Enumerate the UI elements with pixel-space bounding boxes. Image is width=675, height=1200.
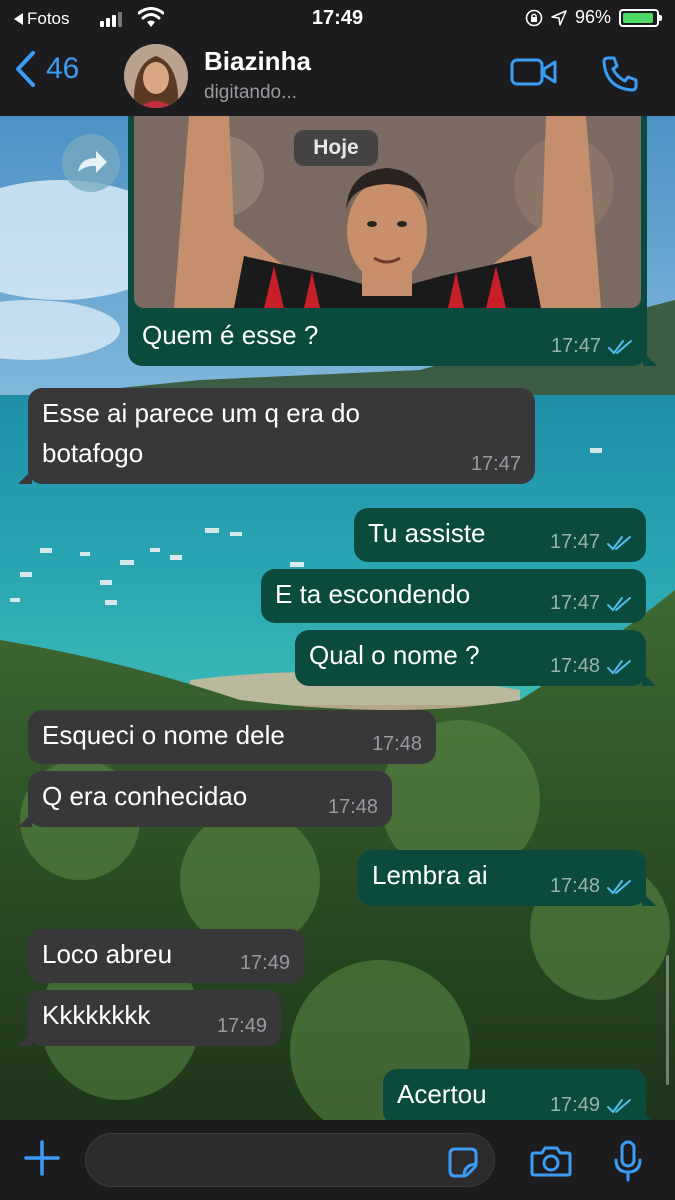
double-check-icon: [607, 535, 631, 551]
message-time: 17:49: [239, 952, 290, 974]
message-meta: 17:47: [550, 531, 632, 554]
message-time: 17:47: [549, 531, 600, 553]
chevron-left-icon: [16, 51, 35, 87]
date-separator: Hoje: [294, 130, 378, 166]
sticker-icon[interactable]: [446, 1146, 480, 1180]
avatar-photo: [124, 44, 188, 108]
message-text-line2: botafogo: [42, 438, 144, 468]
message-image-photo[interactable]: [134, 116, 641, 308]
plus-icon[interactable]: [22, 1138, 62, 1178]
message-text: Kkkkkkkk: [42, 1000, 151, 1030]
message-text: Q era conhecidao: [42, 781, 248, 811]
message-text: Acertou: [397, 1079, 487, 1109]
message-meta: 17:49: [240, 952, 290, 975]
orientation-lock-icon: [525, 9, 543, 26]
double-check-icon: [607, 879, 631, 895]
message-meta: 17:47: [550, 592, 632, 615]
message-input[interactable]: [85, 1133, 495, 1187]
message-input-bar: [0, 1120, 675, 1200]
message-time: 17:48: [371, 733, 422, 755]
message-bubble-outgoing[interactable]: Quem é esse ? 17:47: [128, 116, 657, 366]
status-bar: Fotos 17:49 96%: [0, 0, 675, 38]
message-time: 17:48: [549, 655, 600, 677]
message-time: 17:49: [216, 1015, 267, 1037]
message-time: 17:48: [549, 875, 600, 897]
back-button[interactable]: 46: [14, 50, 79, 88]
bubble-tail: [18, 813, 32, 827]
message-text: Qual o nome ?: [309, 640, 480, 670]
message-meta: 17:49: [550, 1094, 632, 1117]
camera-icon[interactable]: [530, 1144, 572, 1178]
message-bubble-outgoing[interactable]: Qual o nome ? 17:48: [295, 630, 656, 686]
message-bubble-outgoing[interactable]: Lembra ai 17:48: [358, 850, 656, 906]
unread-count: 46: [46, 52, 80, 85]
message-time: 17:47: [549, 592, 600, 614]
message-text: Lembra ai: [372, 860, 488, 890]
message-time: 17:47: [470, 453, 521, 475]
message-text: E ta escondendo: [275, 579, 471, 609]
message-meta: 17:48: [372, 733, 422, 756]
message-bubble-outgoing[interactable]: Acertou 17:49: [383, 1069, 656, 1125]
message-time: 17:49: [549, 1094, 600, 1116]
message-meta: 17:48: [550, 655, 632, 678]
message-meta: 17:48: [328, 796, 378, 819]
double-check-icon: [607, 1098, 631, 1114]
bubble-tail: [18, 470, 32, 484]
contact-avatar[interactable]: [124, 44, 188, 108]
message-time: 17:48: [327, 796, 378, 818]
typing-status: digitando...: [204, 82, 297, 103]
message-bubble-outgoing[interactable]: Tu assiste 17:47: [354, 508, 646, 562]
bubble-tail: [642, 892, 656, 906]
double-check-icon: [608, 339, 632, 355]
message-bubble-incoming[interactable]: Loco abreu 17:49: [28, 929, 304, 983]
double-check-icon: [607, 596, 631, 612]
message-meta: 17:47: [551, 335, 633, 358]
message-meta: 17:49: [217, 1015, 267, 1038]
forward-button[interactable]: [62, 134, 120, 192]
scroll-indicator[interactable]: [666, 955, 669, 1085]
message-time: 17:47: [550, 335, 601, 357]
message-text: Esqueci o nome dele: [42, 720, 285, 750]
battery-percentage: 96%: [574, 7, 611, 27]
message-bubble-incoming[interactable]: Esse ai parece um q era do botafogo 17:4…: [18, 388, 535, 484]
message-bubble-outgoing[interactable]: E ta escondendo 17:47: [261, 569, 646, 623]
location-arrow-icon: [551, 9, 567, 26]
message-bubble-incoming[interactable]: Kkkkkkkk 17:49: [18, 990, 281, 1046]
contact-name[interactable]: Biazinha: [204, 46, 311, 77]
chat-area[interactable]: Quem é esse ? 17:47 Hoje Esse ai parece …: [0, 116, 675, 1125]
message-bubble-incoming[interactable]: Q era conhecidao 17:48: [18, 771, 392, 827]
bubble-tail: [643, 352, 657, 366]
double-check-icon: [607, 659, 631, 675]
message-bubble-incoming[interactable]: Esqueci o nome dele 17:48: [28, 710, 436, 764]
message-text: Loco abreu: [42, 939, 173, 969]
phone-icon[interactable]: [600, 54, 640, 94]
battery-icon: [619, 8, 662, 27]
message-meta: 17:48: [550, 875, 632, 898]
video-camera-icon[interactable]: [510, 56, 558, 88]
message-meta: 17:47: [471, 453, 521, 476]
chat-header: 46 Biazinha digitando...: [0, 38, 675, 116]
message-text: Tu assiste: [368, 518, 486, 548]
forward-arrow-icon: [78, 151, 107, 173]
bubble-tail: [18, 1032, 32, 1046]
bubble-tail: [642, 672, 656, 686]
message-text: Quem é esse ?: [142, 320, 319, 350]
message-text-line1: Esse ai parece um q era do: [42, 398, 360, 428]
microphone-icon[interactable]: [613, 1140, 643, 1182]
